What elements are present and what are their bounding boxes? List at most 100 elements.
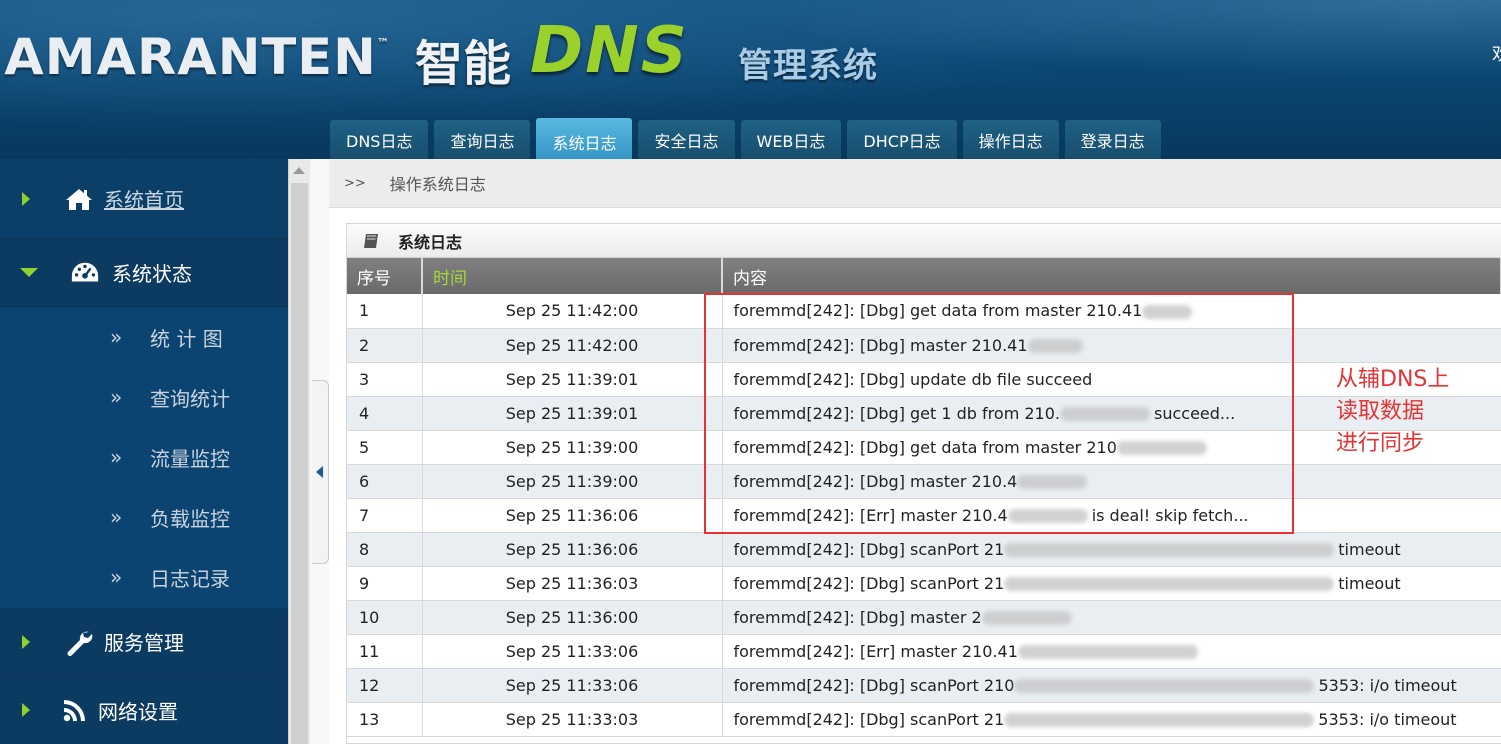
chevron-right-icon: » xyxy=(110,565,123,589)
log-message: foremmd[242]: [Dbg] scanPort 21 xyxy=(733,539,1005,559)
app-header: AMARANTEN™ 智能 DNS 管理系统 欢 DNS日志 查询日志 系统日志… xyxy=(0,0,1501,159)
table-row[interactable]: 12 Sep 25 11:33:06 foremmd[242]: [Dbg] sca… xyxy=(347,668,1501,703)
cell-time: Sep 25 11:42:00 xyxy=(422,328,723,363)
sidebar-item-label: 网络设置 xyxy=(98,699,178,724)
sidebar-item-label: 系统首页 xyxy=(104,188,184,212)
cell-no: 4 xyxy=(347,396,423,431)
rss-icon xyxy=(60,695,90,725)
cell-time: Sep 25 11:36:06 xyxy=(422,532,723,567)
redacted-text xyxy=(1004,713,1315,727)
sidebar-subitem-stats-chart[interactable]: » 统 计 图 xyxy=(0,307,288,367)
log-message-tail: 5353: i/o timeout xyxy=(1318,709,1457,729)
table-row[interactable]: 10 Sep 25 11:36:00 foremmd[242]: [Dbg] mas… xyxy=(347,600,1501,635)
log-message: foremmd[242]: [Dbg] master 2 xyxy=(733,607,982,627)
annotation-line: 进行同步 xyxy=(1336,431,1425,456)
home-icon xyxy=(64,184,94,214)
table-row[interactable]: 8 Sep 25 11:36:06 foremmd[242]: [Dbg] scan… xyxy=(347,532,1501,567)
cell-no: 12 xyxy=(347,668,423,703)
sidebar-subitem-query-stats[interactable]: » 查询统计 xyxy=(0,367,288,427)
title-dns: DNS xyxy=(530,14,689,88)
sidebar-subitem-label: 日志记录 xyxy=(150,566,230,591)
book-icon xyxy=(362,233,378,249)
cell-time: Sep 25 11:39:00 xyxy=(422,430,723,465)
sidebar-subitem-label: 统 计 图 xyxy=(150,326,223,351)
column-header-time[interactable]: 时间 xyxy=(422,258,723,294)
sidebar-item-label: 服务管理 xyxy=(104,631,184,655)
cell-no: 1 xyxy=(347,294,423,329)
redacted-text xyxy=(1017,645,1198,659)
cell-content: foremmd[242]: [Dbg] master 2 xyxy=(722,600,1501,635)
table-row[interactable]: 13 Sep 25 11:33:03 foremmd[242]: [Dbg] sca… xyxy=(347,702,1501,737)
scroll-thumb[interactable] xyxy=(291,183,308,744)
log-message: foremmd[242]: [Err] master 210.41 xyxy=(733,641,1018,661)
tab-dhcp-log[interactable]: DHCP日志 xyxy=(847,120,957,159)
cell-no: 11 xyxy=(347,634,423,669)
panel-title: 系统日志 xyxy=(398,232,463,252)
cell-content: foremmd[242]: [Dbg] scanPort 21 timeout xyxy=(722,532,1501,567)
tab-security-log[interactable]: 安全日志 xyxy=(638,120,735,159)
scroll-up-arrow-icon[interactable] xyxy=(293,167,305,174)
annotation-note: 从辅DNS上 读取数据 进行同步 xyxy=(1336,364,1449,460)
cell-time: Sep 25 11:36:03 xyxy=(422,566,723,601)
cell-time: Sep 25 11:33:03 xyxy=(422,702,723,737)
cell-time: Sep 25 11:42:00 xyxy=(422,294,723,329)
expand-arrow-icon xyxy=(22,634,30,649)
breadcrumb: >> 操作系统日志 xyxy=(329,159,1501,208)
sidebar-subitem-label: 查询统计 xyxy=(150,386,230,411)
cell-no: 13 xyxy=(347,702,423,737)
cell-content: foremmd[242]: [Err] master 210.41 xyxy=(722,634,1501,669)
welcome-text: 欢 xyxy=(1492,40,1501,64)
cell-no: 7 xyxy=(347,498,423,533)
cell-no: 2 xyxy=(347,328,423,363)
cell-time: Sep 25 11:36:00 xyxy=(422,600,723,635)
tab-query-log[interactable]: 查询日志 xyxy=(434,120,531,159)
log-message-tail: timeout xyxy=(1338,539,1401,559)
cell-time: Sep 25 11:33:06 xyxy=(422,634,723,669)
collapse-arrow-icon xyxy=(20,268,38,277)
cell-time: Sep 25 11:36:06 xyxy=(422,498,723,533)
sidebar-subitem-traffic-monitor[interactable]: » 流量监控 xyxy=(0,427,288,487)
log-message: foremmd[242]: [Dbg] scanPort 21 xyxy=(733,709,1005,729)
sidebar-item-service-management[interactable]: 服务管理 xyxy=(0,608,288,676)
tab-login-log[interactable]: 登录日志 xyxy=(1064,120,1161,159)
column-header-content[interactable]: 内容 xyxy=(722,258,1501,294)
sidebar-item-system-status[interactable]: 系统状态 xyxy=(0,239,288,307)
collapse-left-icon xyxy=(316,466,323,478)
tab-web-log[interactable]: WEB日志 xyxy=(740,120,842,159)
chevron-right-icon: » xyxy=(110,385,123,409)
table-header-row: 序号 时间 内容 xyxy=(347,258,1501,294)
redacted-text xyxy=(981,611,1072,625)
sidebar-collapse-handle[interactable] xyxy=(312,380,329,564)
column-header-no[interactable]: 序号 xyxy=(347,258,423,294)
sidebar-item-home[interactable]: 系统首页 xyxy=(0,159,288,239)
cell-no: 9 xyxy=(347,566,423,601)
sidebar-item-label: 系统状态 xyxy=(112,262,192,286)
cell-no: 8 xyxy=(347,532,423,567)
sidebar: 系统首页 系统状态 » 统 计 图 » 查询统计 » 流量监控 » 负载监控 »… xyxy=(0,159,288,744)
cell-content: foremmd[242]: [Dbg] scanPort 210 5353: i/… xyxy=(722,668,1501,703)
sidebar-subitem-load-monitor[interactable]: » 负载监控 xyxy=(0,487,288,547)
cell-time: Sep 25 11:33:06 xyxy=(422,668,723,703)
wrench-icon xyxy=(64,627,94,657)
cell-no: 6 xyxy=(347,464,423,499)
title-smart: 智能 xyxy=(415,36,512,92)
submenu-system-status: » 统 计 图 » 查询统计 » 流量监控 » 负载监控 » 日志记录 xyxy=(0,307,288,608)
cell-no: 3 xyxy=(347,362,423,397)
expand-arrow-icon xyxy=(22,703,30,717)
tab-system-log[interactable]: 系统日志 xyxy=(536,118,633,159)
sidebar-subitem-log-records[interactable]: » 日志记录 xyxy=(0,547,288,607)
cell-time: Sep 25 11:39:01 xyxy=(422,362,723,397)
log-message: foremmd[242]: [Dbg] scanPort 21 xyxy=(733,573,1005,593)
table-row[interactable]: 9 Sep 25 11:36:03 foremmd[242]: [Dbg] scan… xyxy=(347,566,1501,601)
sidebar-item-network-settings[interactable]: 网络设置 xyxy=(0,676,288,744)
table-row[interactable]: 11 Sep 25 11:33:06 foremmd[242]: [Err] mas… xyxy=(347,634,1501,669)
sidebar-subitem-label: 流量监控 xyxy=(150,446,230,471)
annotation-line: 从辅DNS上 xyxy=(1336,367,1450,392)
tab-dns-log[interactable]: DNS日志 xyxy=(330,120,429,159)
sidebar-scrollbar[interactable] xyxy=(288,159,310,744)
tab-operation-log[interactable]: 操作日志 xyxy=(962,120,1059,159)
chevron-right-icon: » xyxy=(110,325,123,349)
cell-no: 10 xyxy=(347,600,423,635)
log-message-tail: timeout xyxy=(1338,573,1401,593)
cell-time: Sep 25 11:39:01 xyxy=(422,396,723,431)
